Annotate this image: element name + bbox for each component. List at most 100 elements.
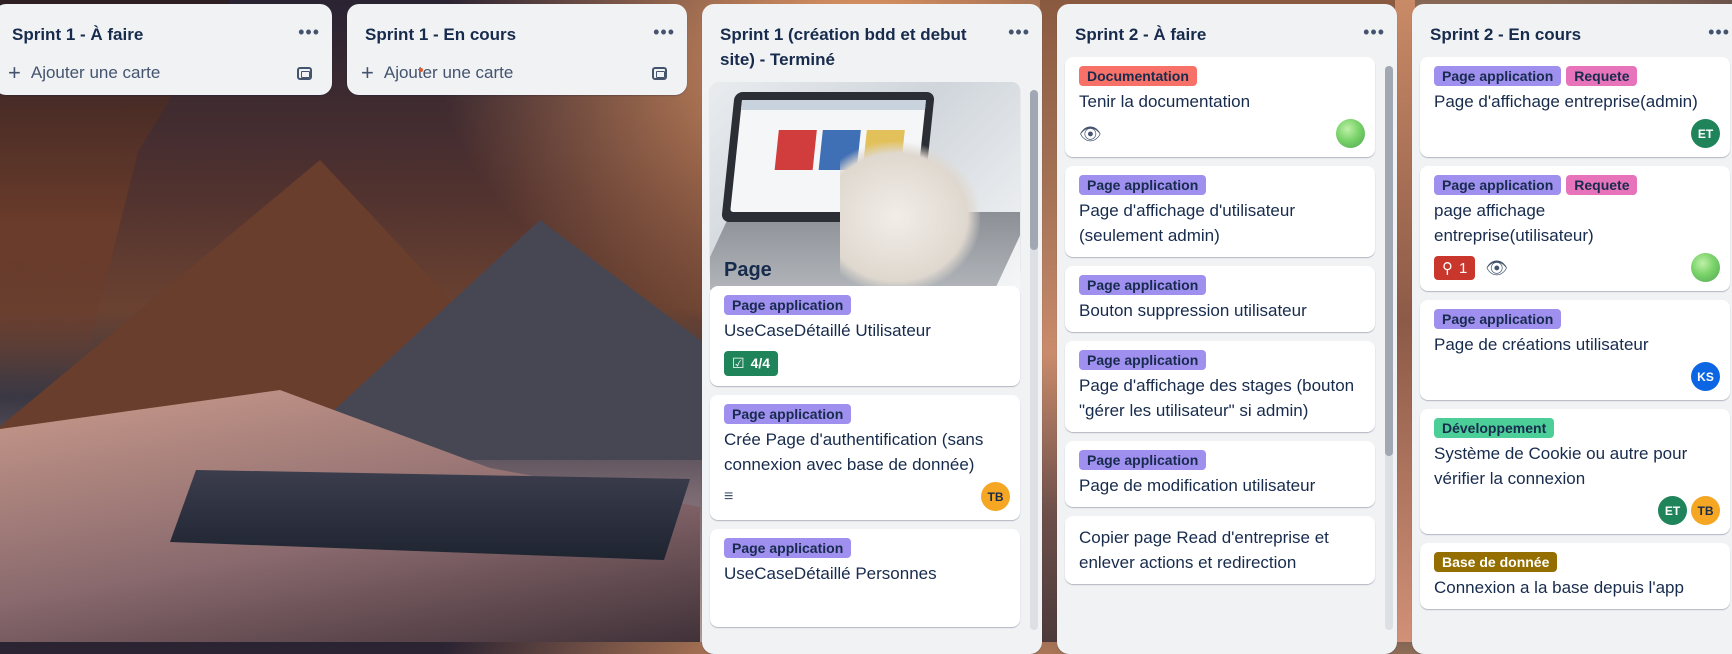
list-sprint2-todo: Sprint 2 - À faire ••• Documentation Ten… (1057, 4, 1397, 654)
label-page-application[interactable]: Page application (724, 538, 852, 558)
card[interactable]: Page application Crée Page d'authentific… (710, 395, 1020, 520)
avatar[interactable]: TB (981, 482, 1010, 511)
card-title: Tenir la documentation (1079, 92, 1251, 111)
add-card-row: + Ajouter une carte (0, 53, 332, 95)
card-title: Page de créations utilisateur (1434, 335, 1649, 354)
avatar[interactable]: ET (1691, 119, 1720, 148)
label-documentation[interactable]: Documentation (1079, 66, 1197, 86)
label-page-application[interactable]: Page application (1434, 66, 1562, 86)
card[interactable]: Base de donnée Connexion a la base depui… (1420, 543, 1730, 609)
card[interactable]: Copier page Read d'entreprise et enlever… (1065, 516, 1375, 584)
avatar-image[interactable] (1336, 119, 1365, 148)
card-template-icon[interactable] (297, 66, 312, 80)
card-title: Connexion a la base depuis l'app (1434, 578, 1684, 597)
card[interactable]: Page application UseCaseDétaillé Utilisa… (710, 286, 1020, 386)
avatar[interactable]: ET (1658, 496, 1687, 525)
list-title[interactable]: Sprint 2 - En cours (1430, 22, 1581, 47)
add-card-label: Ajouter une carte (30, 63, 161, 82)
card[interactable]: Page application Bouton suppression util… (1065, 266, 1375, 332)
label-base-de-donnee[interactable]: Base de donnée (1434, 552, 1558, 572)
list-sprint1-done: Sprint 1 (création bdd et debut site) - … (702, 4, 1042, 654)
card-cover[interactable]: Page (710, 82, 1020, 290)
screen-tile (774, 130, 817, 170)
avatar[interactable]: KS (1691, 362, 1720, 391)
card-title: Page d'affichage des stages (bouton "gér… (1079, 376, 1355, 420)
more-icon[interactable]: ••• (1708, 22, 1730, 41)
card-members: TB (981, 482, 1010, 511)
cursor-marker (419, 68, 423, 72)
card-badges (1434, 120, 1718, 148)
scrollbar-thumb[interactable] (1030, 90, 1038, 250)
label-page-application[interactable]: Page application (1079, 275, 1207, 295)
add-card-button[interactable]: + Ajouter une carte (8, 62, 161, 84)
label-requete[interactable]: Requete (1566, 66, 1638, 86)
card-template-icon[interactable] (652, 66, 667, 80)
scrollbar-thumb[interactable] (1385, 66, 1393, 456)
card[interactable]: Page application Page de modification ut… (1065, 441, 1375, 507)
card[interactable]: Page application Requete Page d'affichag… (1420, 57, 1730, 157)
label-developpement[interactable]: Développement (1434, 418, 1555, 438)
more-icon[interactable]: ••• (1363, 22, 1385, 41)
card[interactable]: Développement Système de Cookie ou autre… (1420, 409, 1730, 534)
card-labels: Page application (724, 295, 1008, 315)
label-page-application[interactable]: Page application (1079, 350, 1207, 370)
list-title[interactable]: Sprint 2 - À faire (1075, 22, 1206, 47)
list-title[interactable]: Sprint 1 (création bdd et debut site) - … (720, 22, 980, 72)
hand-image (840, 142, 980, 290)
add-card-button[interactable]: + Ajouter une carte (361, 60, 514, 85)
card-labels: Page application (1079, 450, 1363, 470)
card[interactable]: Page application UseCaseDétaillé Personn… (710, 529, 1020, 627)
card-list: Documentation Tenir la documentation 👁 P… (1057, 53, 1397, 584)
more-icon[interactable]: ••• (653, 22, 675, 41)
card-labels: Documentation (1079, 66, 1363, 86)
card-title: Page d'affichage d'utilisateur (seulemen… (1079, 201, 1295, 245)
card-labels: Base de donnée (1434, 552, 1718, 572)
checklist-badge: ☑ 4/4 (724, 350, 779, 376)
add-card-row: + Ajouter une carte (347, 53, 687, 95)
label-page-application[interactable]: Page application (1434, 309, 1562, 329)
card-title: UseCaseDétaillé Personnes (724, 564, 937, 583)
card-list: Page application Requete Page d'affichag… (1412, 53, 1732, 609)
card[interactable]: Page application Page d'affichage d'util… (1065, 166, 1375, 257)
card-badges: ⚲ 1 👁 (1434, 254, 1718, 282)
more-icon[interactable]: ••• (298, 22, 320, 41)
card[interactable]: Page application Requete page affichage … (1420, 166, 1730, 291)
card-labels: Page application Requete (1434, 175, 1718, 195)
more-icon[interactable]: ••• (1008, 22, 1030, 41)
pin-badge: ⚲ 1 (1434, 256, 1476, 280)
card-labels: Page application Requete (1434, 66, 1718, 86)
card-members: ET TB (1658, 496, 1720, 525)
label-page-application[interactable]: Page application (724, 404, 852, 424)
list-header: Sprint 1 - En cours ••• (347, 4, 687, 53)
label-page-application[interactable]: Page application (1079, 175, 1207, 195)
card-members (1336, 119, 1365, 148)
card-badges (1434, 363, 1718, 391)
card[interactable]: Page application Page d'affichage des st… (1065, 341, 1375, 432)
plus-icon: + (361, 60, 374, 85)
card-cover-title: Page (724, 259, 772, 281)
card-title: Bouton suppression utilisateur (1079, 301, 1307, 320)
checklist-icon: ☑ (732, 354, 745, 371)
card[interactable]: Page application Page de créations utili… (1420, 300, 1730, 400)
label-page-application[interactable]: Page application (1434, 175, 1562, 195)
card-title: page affichage entreprise(utilisateur) (1434, 201, 1594, 245)
add-card-label: Ajouter une carte (383, 63, 514, 82)
card-badges: ☑ 4/4 (724, 349, 1008, 377)
card-title: Page d'affichage entreprise(admin) (1434, 92, 1698, 111)
scrollbar[interactable] (1030, 90, 1038, 630)
card-cover-image: Page (710, 82, 1020, 290)
list-title[interactable]: Sprint 1 - À faire (12, 22, 143, 47)
label-page-application[interactable]: Page application (724, 295, 852, 315)
list-title[interactable]: Sprint 1 - En cours (365, 22, 516, 47)
card-title: Crée Page d'authentification (sans conne… (724, 430, 984, 474)
card-labels: Page application (1079, 350, 1363, 370)
watch-eye-icon: 👁 (1485, 257, 1509, 278)
card-badges: 👁 (1079, 120, 1363, 148)
label-requete[interactable]: Requete (1566, 175, 1638, 195)
label-page-application[interactable]: Page application (1079, 450, 1207, 470)
scrollbar[interactable] (1385, 66, 1393, 630)
avatar-image[interactable] (1691, 253, 1720, 282)
card[interactable]: Documentation Tenir la documentation 👁 (1065, 57, 1375, 157)
card-members: ET (1691, 119, 1720, 148)
avatar[interactable]: TB (1691, 496, 1720, 525)
